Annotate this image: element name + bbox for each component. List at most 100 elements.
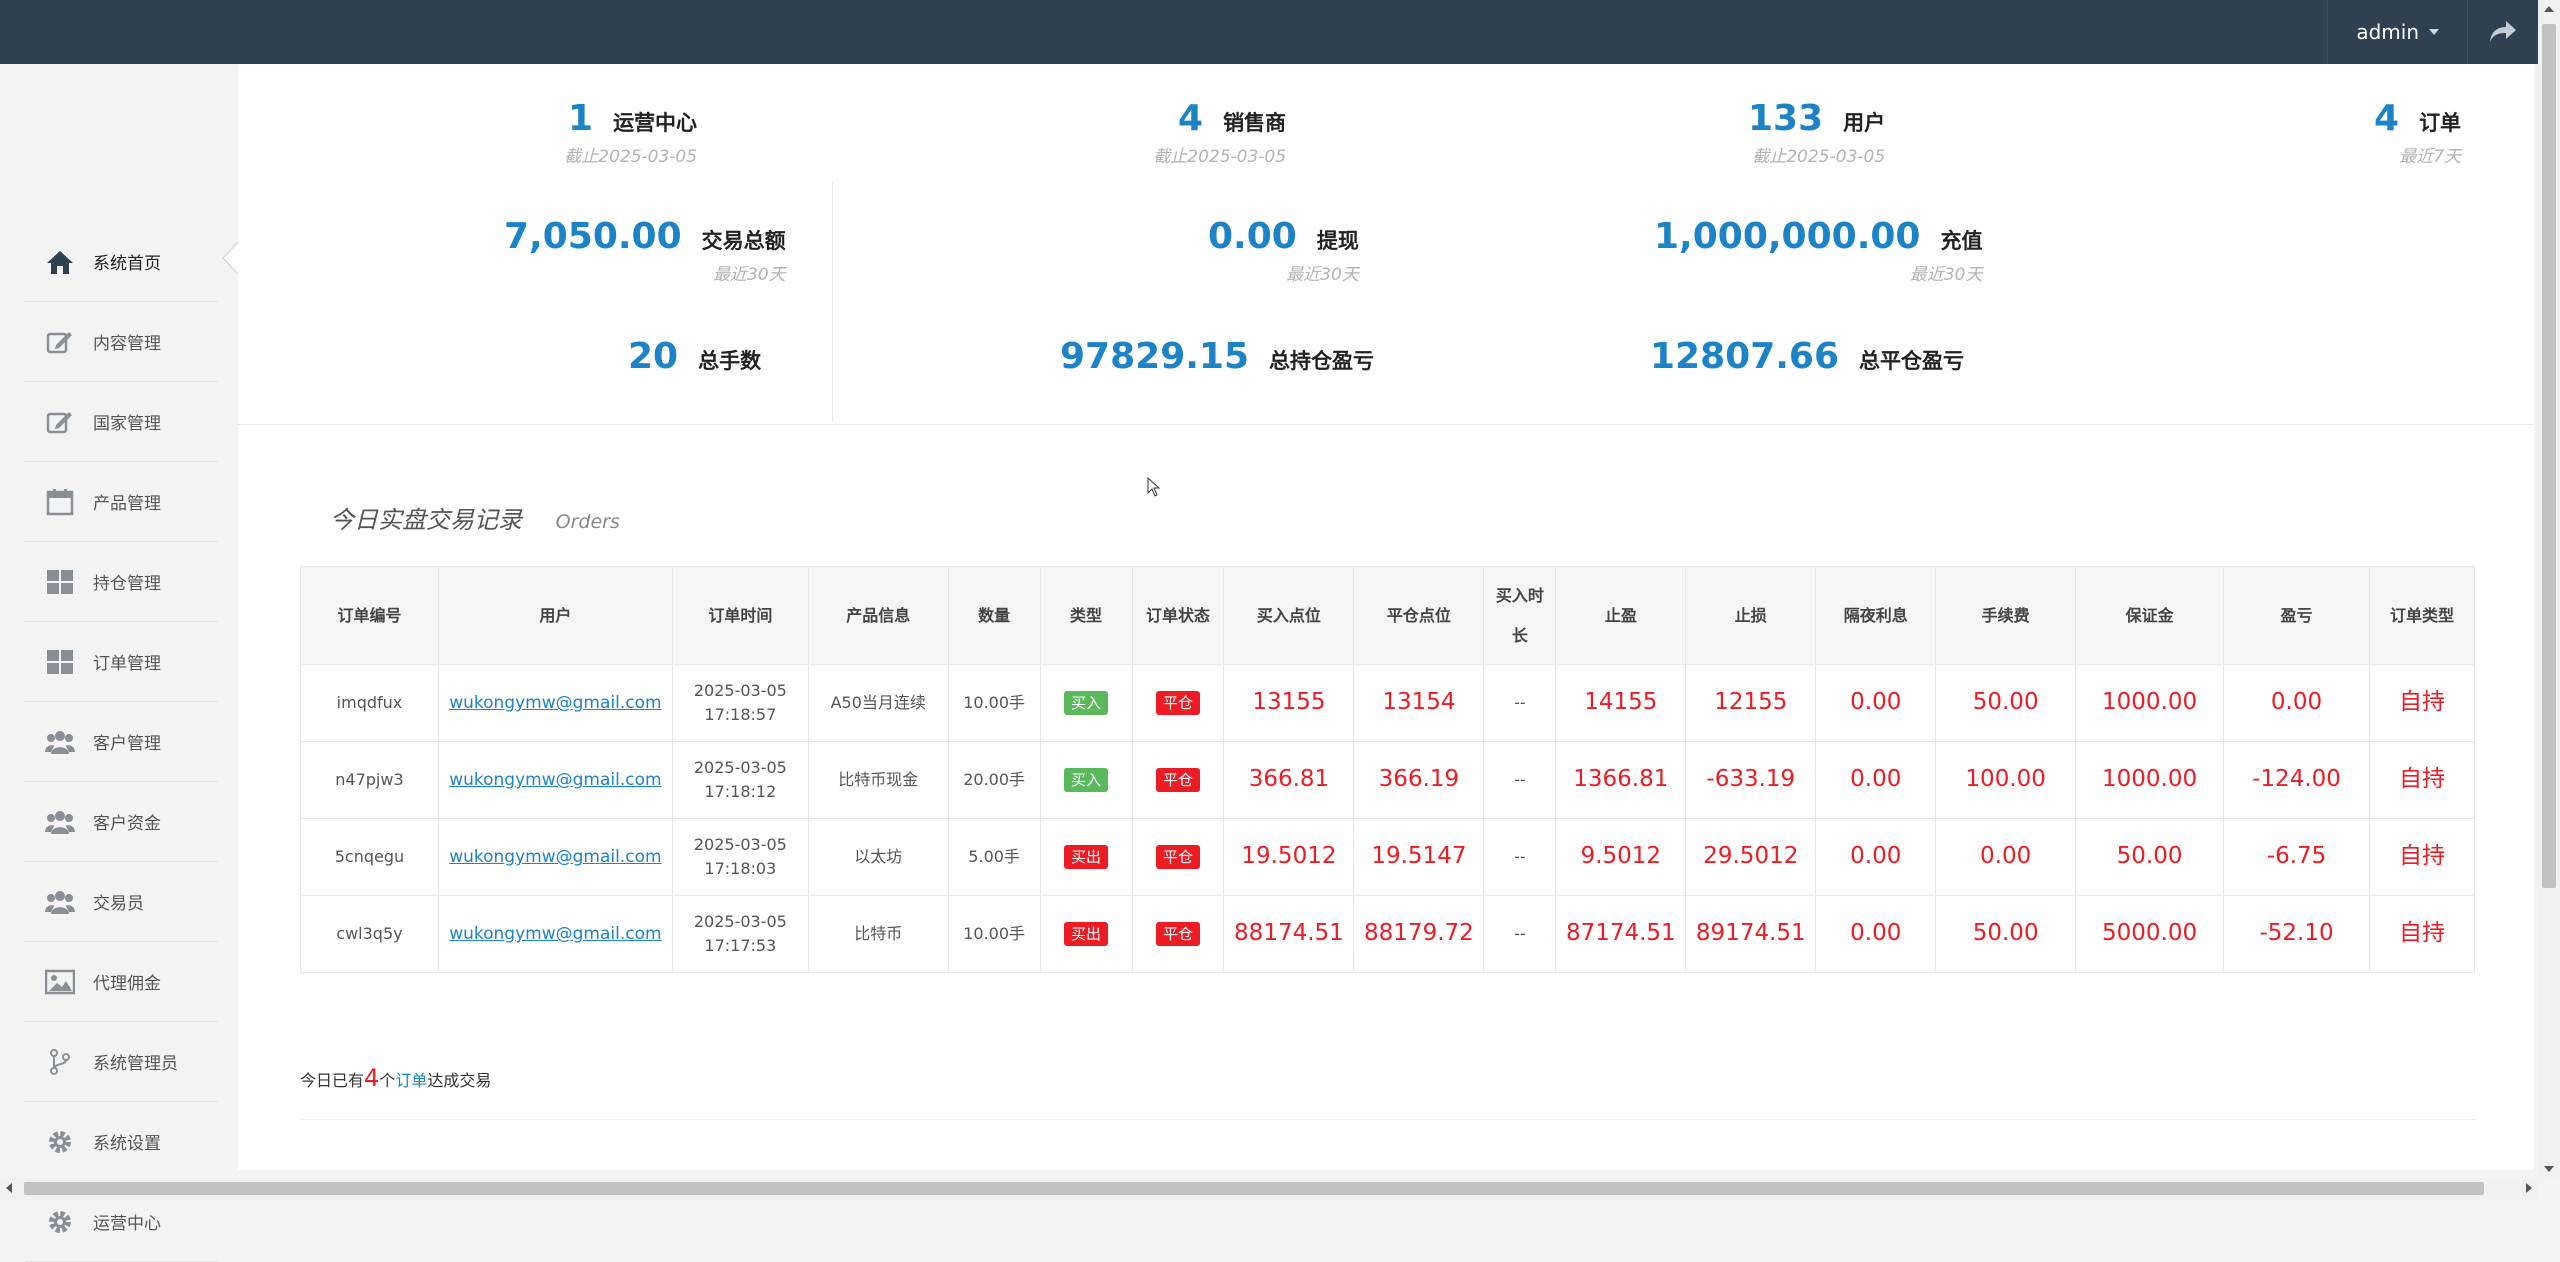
stat-value: 20 (628, 336, 679, 377)
gear-icon (45, 1208, 75, 1236)
table-cell: 5.00手 (947, 818, 1041, 896)
product-name: 比特币 (854, 924, 903, 943)
admin-dropdown[interactable]: admin (2327, 0, 2467, 64)
table-cell: 平仓 (1131, 741, 1225, 819)
stat-withdraw: 0.00 提现 最近30天 (1208, 216, 1359, 285)
table-cell: 平仓 (1131, 664, 1225, 742)
sidebar-item-customer-funds[interactable]: 客户资金 (25, 782, 218, 862)
sidebar-item-orders[interactable]: 订单管理 (25, 622, 218, 702)
orders-table: 订单编号 用户 订单时间 产品信息 数量 类型 订单状态 买入点位 平仓点位 买入时长 止盈 止损 隔夜… (300, 566, 2476, 973)
sidebar-item-home[interactable]: 系统首页 (25, 222, 218, 302)
home-icon (45, 248, 75, 276)
table-cell: 9.5012 (1555, 818, 1687, 896)
table-cell: 50.00 (2075, 818, 2225, 896)
column-header: 用户 (437, 566, 673, 665)
table-cell: 89174.51 (1685, 895, 1817, 973)
stop-loss: -633.19 (1706, 766, 1796, 792)
table-cell: -- (1483, 895, 1557, 973)
close-price: 19.5147 (1371, 843, 1467, 869)
table-cell: 29.5012 (1685, 818, 1817, 896)
table-cell: wukongymw@gmail.com (437, 664, 673, 742)
table-cell: 50.00 (1935, 895, 2077, 973)
sidebar-item-label: 产品管理 (93, 494, 161, 514)
user-email-link[interactable]: wukongymw@gmail.com (449, 847, 661, 867)
scroll-down-icon[interactable] (2544, 1166, 2554, 1172)
table-cell: 比特币 (807, 895, 949, 973)
column-header: 止盈 (1555, 566, 1687, 665)
status-badge: 平仓 (1155, 922, 1200, 946)
vertical-scroll-thumb[interactable] (2542, 24, 2556, 888)
user-email-link[interactable]: wukongymw@gmail.com (449, 693, 661, 713)
sidebar-item-content[interactable]: 内容管理 (25, 302, 218, 382)
table-row: cwl3q5y wukongymw@gmail.com 2025-03-05 17:1… (300, 895, 2476, 973)
sidebar-item-settings[interactable]: 系统设置 (25, 1102, 218, 1182)
take-profit: 1366.81 (1573, 766, 1669, 792)
logout-button[interactable] (2467, 0, 2538, 64)
table-cell: 10.00手 (947, 664, 1041, 742)
table-cell: 0.00 (1815, 818, 1937, 896)
table-cell: 0.00 (1815, 741, 1937, 819)
user-email-link[interactable]: wukongymw@gmail.com (449, 770, 661, 790)
caret-down-icon (2429, 29, 2439, 35)
vertical-scrollbar[interactable] (2538, 0, 2560, 1178)
orders-section-title: 今日实盘交易记录 Orders (330, 500, 620, 535)
stat-closed-pl: 12807.66 总平仓盈亏 (1650, 336, 1964, 377)
overnight-interest: 0.00 (1850, 920, 1902, 946)
column-header: 止损 (1685, 566, 1817, 665)
sidebar-item-label: 系统管理员 (93, 1054, 178, 1074)
table-cell: 366.81 (1223, 741, 1355, 819)
table-cell: -633.19 (1685, 741, 1817, 819)
close-price: 13154 (1382, 689, 1456, 715)
column-header: 订单类型 (2368, 566, 2476, 665)
scroll-left-icon[interactable] (6, 1183, 12, 1193)
order-date: 2025-03-05 (693, 758, 787, 777)
table-cell: -- (1483, 818, 1557, 896)
order-qty: 10.00手 (963, 924, 1026, 943)
scroll-up-icon[interactable] (2544, 6, 2554, 12)
stat-users: 133 用户 截止2025-03-05 (1748, 98, 1886, 167)
stat-value: 97829.15 (1060, 336, 1250, 377)
profit-loss: -6.75 (2266, 843, 2327, 869)
status-badge: 平仓 (1155, 845, 1200, 869)
main-content: 1 运营中心 截止2025-03-05 4 销售商 截止2025-03-05 1… (238, 64, 2534, 1170)
users-icon (45, 728, 75, 756)
sidebar-item-country[interactable]: 国家管理 (25, 382, 218, 462)
table-cell: 88179.72 (1353, 895, 1485, 973)
stop-loss: 29.5012 (1703, 843, 1799, 869)
column-header: 手续费 (1935, 566, 2077, 665)
column-header: 保证金 (2075, 566, 2225, 665)
sidebar-item-label: 客户资金 (93, 814, 161, 834)
sidebar-item-position[interactable]: 持仓管理 (25, 542, 218, 622)
stat-value: 1,000,000.00 (1654, 216, 1921, 257)
horizontal-scrollbar[interactable] (0, 1178, 2538, 1199)
table-cell: 1000.00 (2075, 741, 2225, 819)
sidebar-item-agent-commission[interactable]: 代理佣金 (25, 942, 218, 1022)
summary-orders-link[interactable]: 订单 (395, 1071, 427, 1090)
table-cell: 19.5012 (1223, 818, 1355, 896)
summary-prefix: 今日已有 (300, 1071, 365, 1090)
overnight-interest: 0.00 (1850, 689, 1902, 715)
sidebar-item-label: 国家管理 (93, 414, 161, 434)
user-email-link[interactable]: wukongymw@gmail.com (449, 924, 661, 944)
stat-sellers: 4 销售商 截止2025-03-05 (1153, 98, 1286, 167)
table-cell: cwl3q5y (300, 895, 439, 973)
stat-value: 1 (568, 98, 594, 139)
order-qty: 10.00手 (963, 693, 1026, 712)
sidebar-item-product[interactable]: 产品管理 (25, 462, 218, 542)
sidebar-item-customers[interactable]: 客户管理 (25, 702, 218, 782)
product-name: 比特币现金 (838, 770, 919, 789)
stat-label: 用户 (1843, 111, 1886, 135)
edit-icon (45, 328, 75, 356)
table-cell: 自持 (2368, 741, 2476, 819)
active-indicator-icon (221, 242, 239, 274)
horizontal-scroll-thumb[interactable] (24, 1182, 2484, 1195)
order-type: 自持 (2398, 843, 2445, 869)
sidebar-item-label: 客户管理 (93, 734, 161, 754)
column-header: 平仓点位 (1353, 566, 1485, 665)
sidebar-item-sys-admin[interactable]: 系统管理员 (25, 1022, 218, 1102)
table-cell: 50.00 (1935, 664, 2077, 742)
sidebar-item-traders[interactable]: 交易员 (25, 862, 218, 942)
table-cell: 以太坊 (807, 818, 949, 896)
sidebar-item-label: 交易员 (93, 894, 144, 914)
scroll-right-icon[interactable] (2526, 1183, 2532, 1193)
